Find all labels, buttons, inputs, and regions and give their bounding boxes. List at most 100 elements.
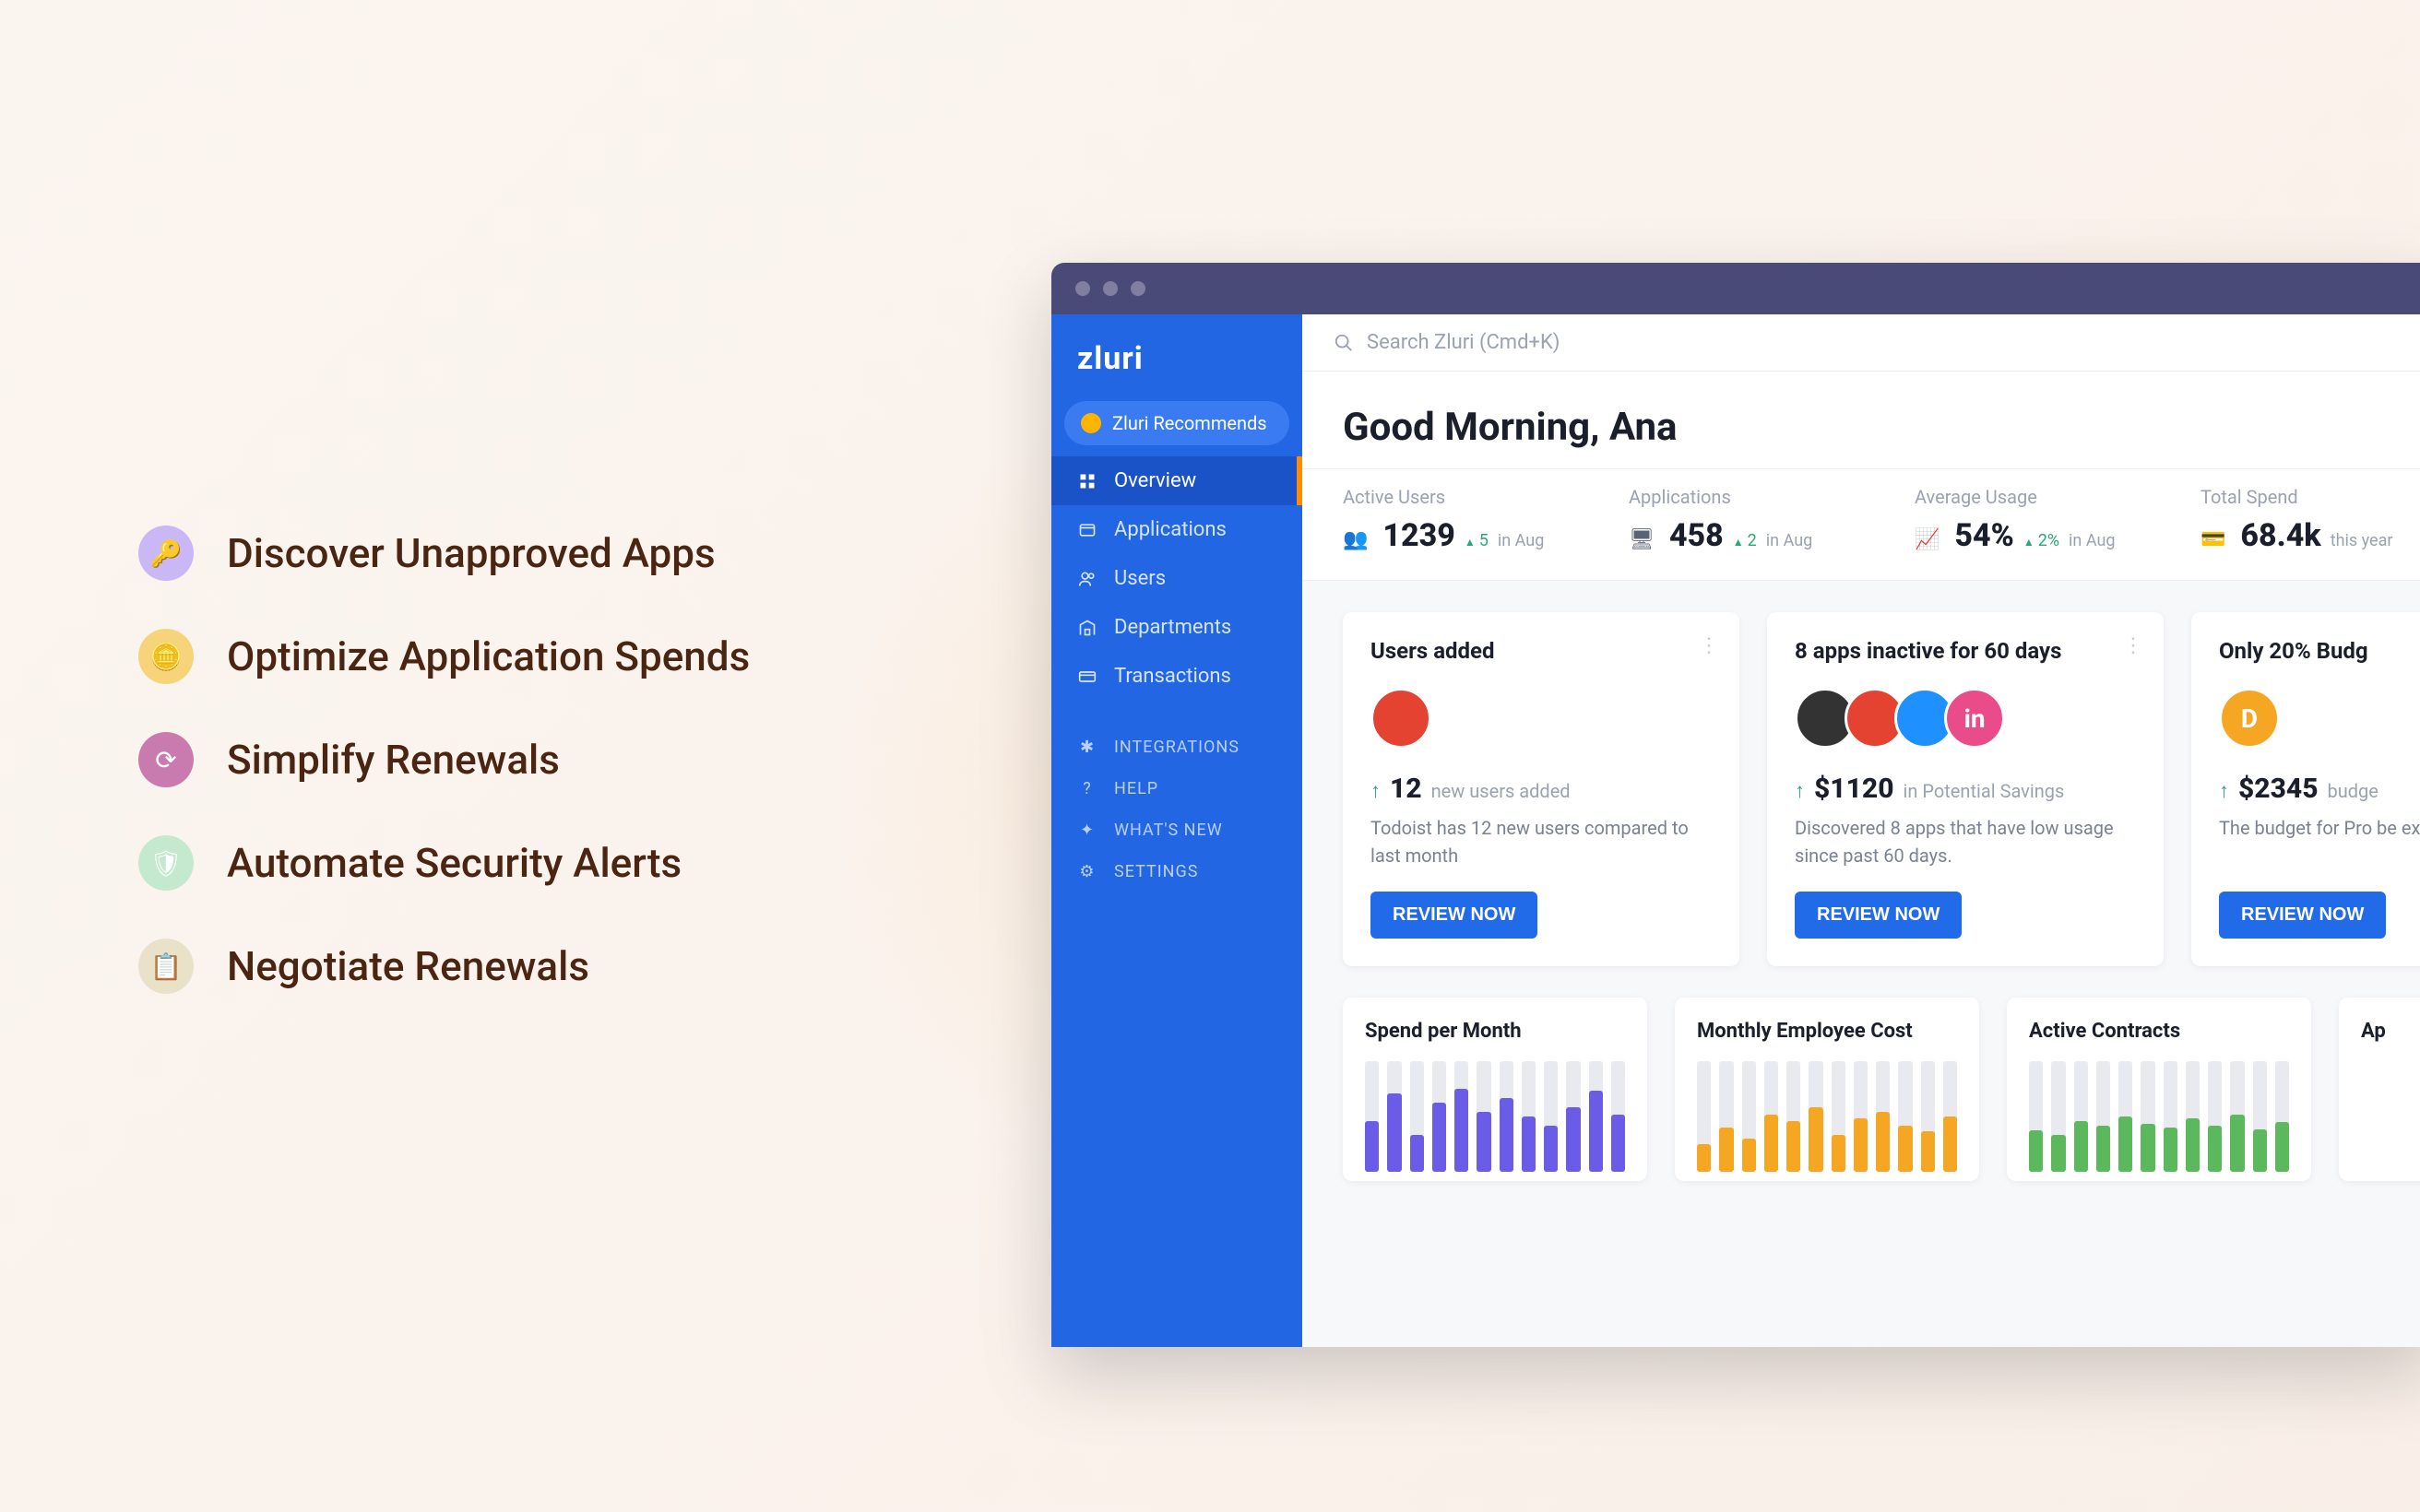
bar-fill [1832,1135,1845,1172]
bar-slot [1365,1061,1379,1172]
bar-slot [2096,1061,2110,1172]
bar-fill [2118,1116,2132,1172]
bar-fill [1719,1128,1733,1172]
sidebar-recommends[interactable]: Zluri Recommends [1064,401,1289,445]
sidebar-secondary-what-s-new[interactable]: ✦WHAT'S NEW [1051,809,1302,851]
review-now-button[interactable]: REVIEW NOW [2219,892,2386,939]
bar-fill [1742,1139,1756,1172]
avatar-row: in [1795,688,2136,749]
card-description: Discovered 8 apps that have low usage si… [1795,814,2136,869]
brand-logo[interactable]: zluri [1051,331,1302,401]
bar-fill [1365,1121,1379,1172]
sidebar-recommends-label: Zluri Recommends [1112,412,1267,434]
trend-up-icon: ↑ [2219,779,2229,803]
bar-fill [1477,1112,1490,1172]
bar-slot [1921,1061,1935,1172]
refresh-icon: ⟳ [138,732,194,787]
card-menu-icon[interactable]: ⋮ [1699,634,1719,657]
bar-slot [1832,1061,1845,1172]
bar-fill [2186,1118,2200,1172]
card-title: 8 apps inactive for 60 days [1795,638,2136,664]
bar-fill [1854,1118,1868,1172]
sidebar-secondary-label: SETTINGS [1114,862,1198,881]
charts-row: Spend per Month Monthly Employee Cost Ac… [1302,998,2420,1218]
bar-slot [1387,1061,1401,1172]
sidebar-secondary-help[interactable]: ?HELP [1051,768,1302,809]
chart-title: Monthly Employee Cost [1697,1020,1957,1043]
bar-fill [1432,1103,1446,1172]
card-metric: $2345 [2238,773,2319,805]
avatar-row [1370,688,1712,749]
traffic-light-min[interactable] [1103,281,1118,296]
sidebar-item-departments[interactable]: Departments [1051,603,1302,652]
sidebar-item-applications[interactable]: Applications [1051,505,1302,554]
bar-fill [1410,1135,1424,1172]
stat-delta: 5 [1465,531,1489,550]
sidebar-item-label: Overview [1114,469,1196,492]
bar-fill [2029,1130,2043,1172]
bar-fill [1387,1093,1401,1172]
review-now-button[interactable]: REVIEW NOW [1370,892,1537,939]
review-now-button[interactable]: REVIEW NOW [1795,892,1962,939]
bar-slot [1898,1061,1912,1172]
app-avatar: in [1944,688,2005,749]
bar-slot [1742,1061,1756,1172]
search-icon [1334,333,1354,353]
feature-label: Optimize Application Spends [227,632,750,680]
chart-card: Monthly Employee Cost [1675,998,1979,1181]
feature-label: Simplify Renewals [227,736,560,784]
bar-fill [1589,1091,1603,1172]
building-icon [1075,619,1099,637]
sparkle-icon: ✦ [1075,821,1099,840]
stats-row: Active Users 👥 1239 5 in Aug Application… [1302,469,2420,581]
bar-slot [2164,1061,2177,1172]
bar-slot [2230,1061,2244,1172]
sidebar-secondary-settings[interactable]: ⚙SETTINGS [1051,851,1302,892]
bar-slot [2275,1061,2289,1172]
bar-slot [1943,1061,1957,1172]
recommendation-card: Users added ⋮ ↑ 12 new users added Todoi… [1343,612,1739,966]
bar-slot [1544,1061,1558,1172]
bar-fill [1876,1112,1890,1172]
stat-label: Active Users [1343,486,1601,508]
coin-icon: 🪙 [138,629,194,684]
sidebar-item-users[interactable]: Users [1051,554,1302,603]
sidebar-item-transactions[interactable]: Transactions [1051,652,1302,701]
app-avatar [1370,688,1431,749]
sidebar-item-overview[interactable]: Overview [1051,456,1302,505]
stat-period: in Aug [1766,531,1812,550]
traffic-light-max[interactable] [1131,281,1145,296]
bar-chart [2029,1061,2289,1172]
card-menu-icon[interactable]: ⋮ [2123,634,2143,657]
card-description: The budget for Pro be exhausted by No [2219,814,2420,869]
bar-slot [2186,1061,2200,1172]
bar-slot [2074,1061,2088,1172]
bar-fill [1764,1115,1778,1172]
card-description: Todoist has 12 new users compared to las… [1370,814,1712,869]
card-metric-note: new users added [1431,780,1571,802]
bar-slot [1566,1061,1580,1172]
bar-fill [1921,1131,1935,1172]
feature-item: 🔑 Discover Unapproved Apps [138,526,750,581]
bar-fill [2275,1122,2289,1172]
bar-slot [1522,1061,1536,1172]
card-metric: 12 [1390,773,1422,805]
sidebar-secondary-integrations[interactable]: ✱INTEGRATIONS [1051,726,1302,768]
search-bar[interactable]: Search Zluri (Cmd+K) [1302,314,2420,372]
card-title: Only 20% Budg [2219,638,2420,664]
bar-fill [1500,1098,1513,1172]
feature-label: Negotiate Renewals [227,942,589,990]
stat-delta: 2% [2023,531,2059,550]
bar-slot [1477,1061,1490,1172]
stat-period: in Aug [1498,531,1544,550]
traffic-light-close[interactable] [1075,281,1090,296]
bar-slot [2208,1061,2222,1172]
trend-up-icon: ↑ [1370,779,1381,803]
stat-value: 458 [1669,517,1724,554]
shield-icon: 🛡 [138,835,194,891]
sidebar-secondary-label: HELP [1114,779,1158,798]
sidebar-item-label: Users [1114,567,1166,590]
sidebar-item-label: Transactions [1114,665,1231,688]
bar-fill [2051,1135,2065,1172]
feature-item: 🛡 Automate Security Alerts [138,835,750,891]
